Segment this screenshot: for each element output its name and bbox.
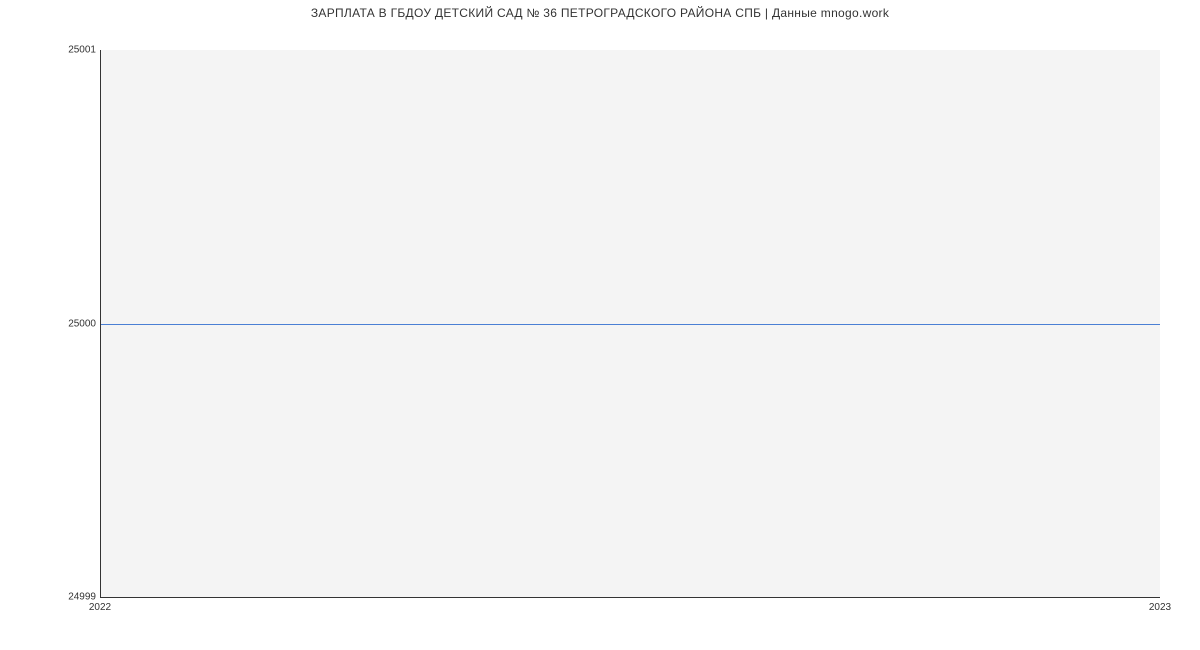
y-tick-label: 24999: [46, 592, 96, 603]
plot-area: [100, 50, 1160, 598]
data-line: [101, 324, 1160, 325]
y-tick-label: 25000: [46, 319, 96, 330]
chart-container: ЗАРПЛАТА В ГБДОУ ДЕТСКИЙ САД № 36 ПЕТРОГ…: [0, 0, 1200, 650]
x-tick-label: 2023: [1149, 602, 1171, 613]
x-tick-label: 2022: [89, 602, 111, 613]
chart-title: ЗАРПЛАТА В ГБДОУ ДЕТСКИЙ САД № 36 ПЕТРОГ…: [0, 6, 1200, 20]
y-tick-label: 25001: [46, 45, 96, 56]
